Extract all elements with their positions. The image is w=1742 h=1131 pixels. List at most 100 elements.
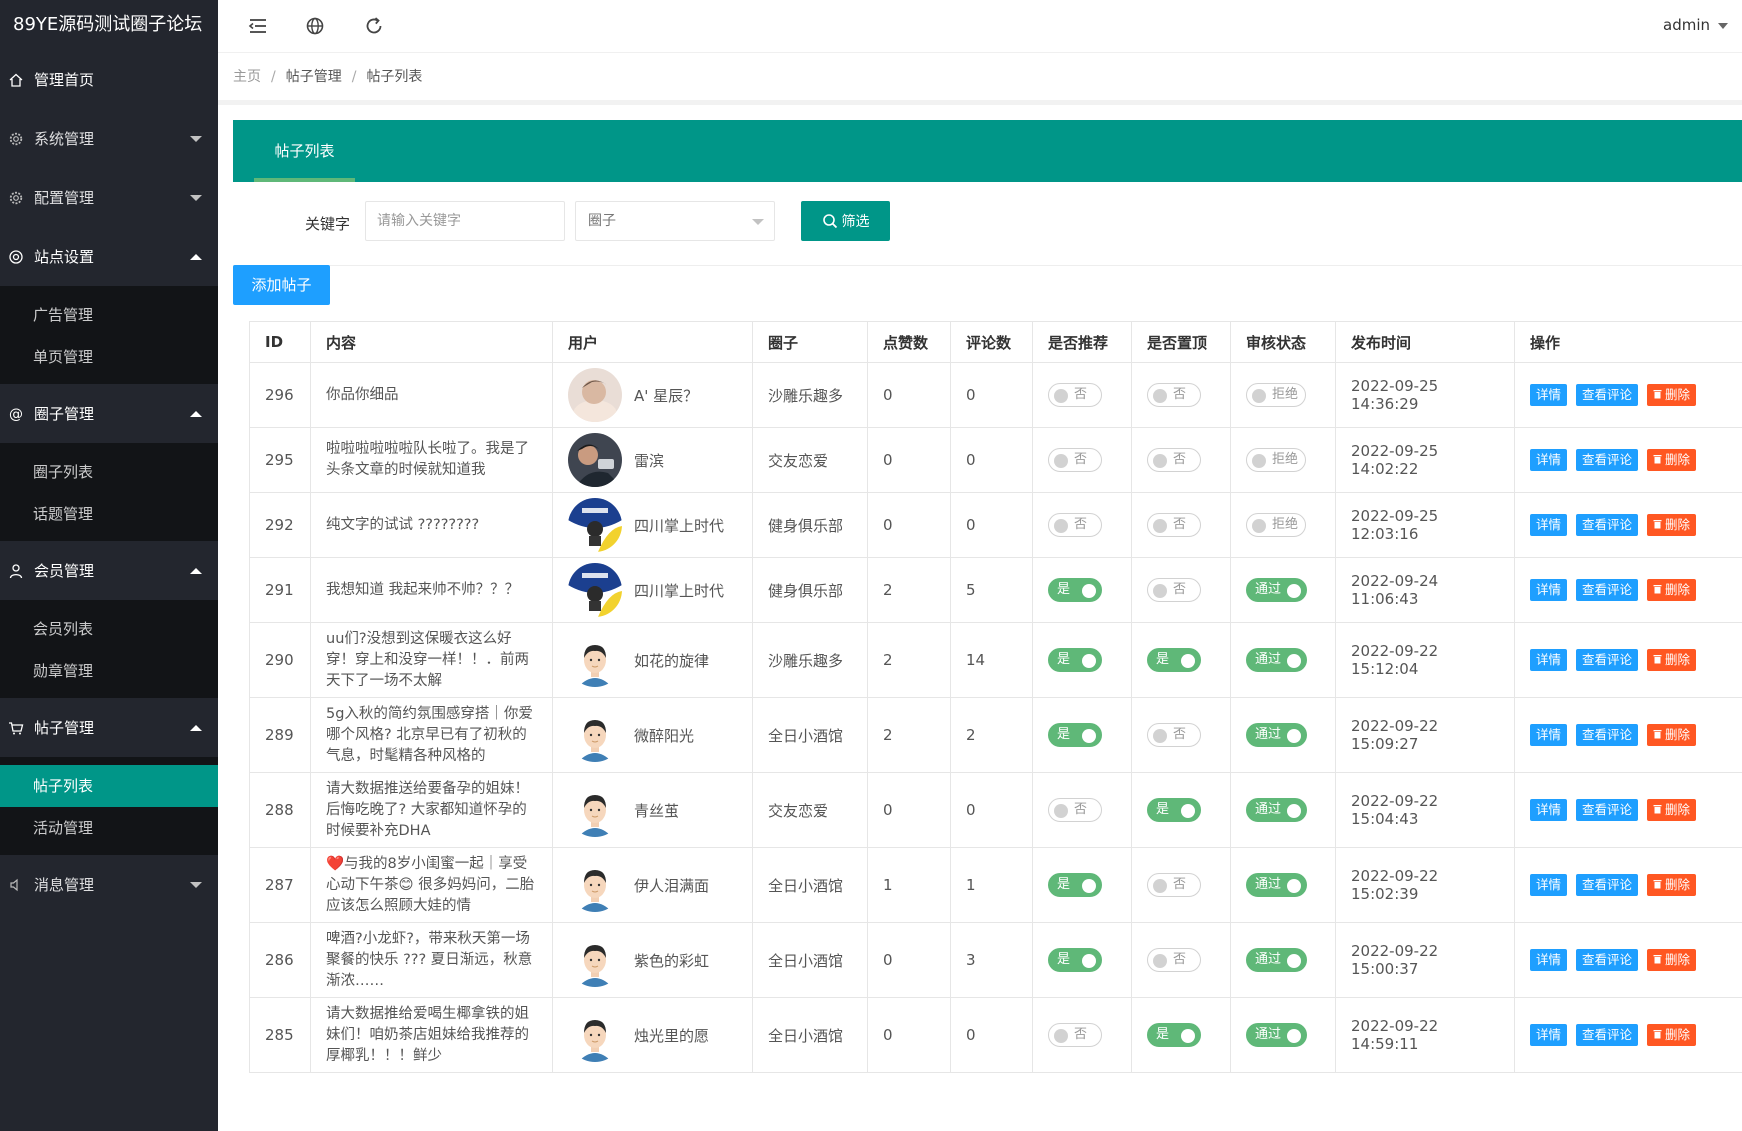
sidebar-subitem[interactable]: 广告管理 <box>0 294 218 336</box>
view-comments-button[interactable]: 查看评论 <box>1576 384 1639 406</box>
view-comments-button[interactable]: 查看评论 <box>1576 649 1639 671</box>
sidebar-subitem[interactable]: 圈子列表 <box>0 451 218 493</box>
sidebar-subitem[interactable]: 会员列表 <box>0 608 218 650</box>
recommend-toggle[interactable]: 是 <box>1048 873 1102 897</box>
cell-id: 291 <box>249 557 311 623</box>
delete-button[interactable]: 删除 <box>1647 579 1697 601</box>
pin-top-toggle[interactable]: 否 <box>1147 513 1201 537</box>
review-status-toggle[interactable]: 通过 <box>1246 578 1308 602</box>
switch-knob <box>1287 584 1302 598</box>
detail-button[interactable]: 详情 <box>1530 1024 1568 1046</box>
sidebar-subitem[interactable]: 话题管理 <box>0 493 218 535</box>
delete-button[interactable]: 删除 <box>1647 384 1697 406</box>
recommend-toggle[interactable]: 否 <box>1048 513 1102 537</box>
review-status-toggle[interactable]: 拒绝 <box>1246 383 1307 407</box>
sidebar-item-config[interactable]: 配置管理 <box>0 168 218 227</box>
view-comments-button[interactable]: 查看评论 <box>1576 449 1639 471</box>
review-status-toggle[interactable]: 通过 <box>1246 648 1308 672</box>
admin-user-menu[interactable]: admin <box>1663 16 1728 34</box>
sidebar-item-system[interactable]: 系统管理 <box>0 109 218 168</box>
detail-button[interactable]: 详情 <box>1530 579 1568 601</box>
pin-top-toggle[interactable]: 是 <box>1147 1023 1201 1047</box>
detail-button[interactable]: 详情 <box>1530 384 1568 406</box>
app-logo-title[interactable]: 89YE源码测试圈子论坛 <box>0 0 218 50</box>
pin-top-toggle[interactable]: 否 <box>1147 578 1201 602</box>
pin-top-toggle[interactable]: 否 <box>1147 948 1201 972</box>
recommend-toggle[interactable]: 是 <box>1048 648 1102 672</box>
delete-button[interactable]: 删除 <box>1647 874 1697 896</box>
delete-button[interactable]: 删除 <box>1647 949 1697 971</box>
delete-button[interactable]: 删除 <box>1647 1024 1697 1046</box>
user-icon <box>8 563 24 579</box>
sidebar-subitem[interactable]: 帖子列表 <box>0 765 218 807</box>
delete-button[interactable]: 删除 <box>1647 649 1697 671</box>
delete-button[interactable]: 删除 <box>1647 724 1697 746</box>
recommend-toggle[interactable]: 否 <box>1048 1023 1102 1047</box>
view-comments-button[interactable]: 查看评论 <box>1576 724 1639 746</box>
refresh-icon[interactable] <box>363 15 385 37</box>
cell-user: 四川掌上时代 <box>552 492 753 558</box>
recommend-toggle[interactable]: 否 <box>1048 383 1102 407</box>
pin-top-toggle[interactable]: 否 <box>1147 723 1201 747</box>
recommend-toggle[interactable]: 是 <box>1048 578 1102 602</box>
breadcrumb-home[interactable]: 主页 <box>233 69 261 85</box>
pin-top-toggle[interactable]: 否 <box>1147 873 1201 897</box>
review-status-toggle[interactable]: 拒绝 <box>1246 448 1307 472</box>
pin-top-toggle[interactable]: 是 <box>1147 648 1201 672</box>
delete-button[interactable]: 删除 <box>1647 449 1697 471</box>
detail-button[interactable]: 详情 <box>1530 449 1568 471</box>
review-status-toggle[interactable]: 通过 <box>1246 1023 1308 1047</box>
keyword-input[interactable] <box>365 201 565 241</box>
circle-select[interactable]: 圈子 <box>575 201 775 241</box>
filter-button[interactable]: 筛选 <box>801 201 890 241</box>
sidebar-item-post[interactable]: 帖子管理 <box>0 698 218 757</box>
tab-post-list[interactable]: 帖子列表 <box>254 120 355 182</box>
cell-id: 285 <box>249 997 311 1073</box>
cell-time: 2022-09-22 15:00:37 <box>1335 922 1515 998</box>
view-comments-button[interactable]: 查看评论 <box>1576 799 1639 821</box>
detail-button[interactable]: 详情 <box>1530 514 1568 536</box>
menu-fold-icon[interactable] <box>247 15 269 37</box>
sidebar-item-site[interactable]: 站点设置 <box>0 227 218 286</box>
switch-knob <box>1287 804 1302 818</box>
sidebar-item-circle[interactable]: @ 圈子管理 <box>0 384 218 443</box>
sidebar-subitem[interactable]: 勋章管理 <box>0 650 218 692</box>
cell-user: 雷滨 <box>552 427 753 493</box>
delete-label: 删除 <box>1665 582 1691 597</box>
delete-button[interactable]: 删除 <box>1647 799 1697 821</box>
review-status-toggle[interactable]: 通过 <box>1246 798 1308 822</box>
pin-top-toggle[interactable]: 否 <box>1147 383 1201 407</box>
recommend-toggle[interactable]: 是 <box>1048 948 1102 972</box>
detail-button[interactable]: 详情 <box>1530 799 1568 821</box>
recommend-toggle[interactable]: 否 <box>1048 798 1102 822</box>
view-comments-button[interactable]: 查看评论 <box>1576 579 1639 601</box>
globe-icon[interactable] <box>304 15 326 37</box>
pin-top-toggle[interactable]: 是 <box>1147 798 1201 822</box>
cell-comments: 14 <box>950 622 1033 698</box>
recommend-toggle[interactable]: 是 <box>1048 723 1102 747</box>
delete-button[interactable]: 删除 <box>1647 514 1697 536</box>
sidebar-item-message[interactable]: 消息管理 <box>0 855 218 914</box>
pin-top-toggle[interactable]: 否 <box>1147 448 1201 472</box>
detail-button[interactable]: 详情 <box>1530 649 1568 671</box>
view-comments-button[interactable]: 查看评论 <box>1576 514 1639 536</box>
review-status-toggle[interactable]: 通过 <box>1246 873 1308 897</box>
view-comments-button[interactable]: 查看评论 <box>1576 1024 1639 1046</box>
review-status-toggle[interactable]: 通过 <box>1246 723 1308 747</box>
sidebar-item-home[interactable]: 管理首页 <box>0 50 218 109</box>
review-status-toggle[interactable]: 通过 <box>1246 948 1308 972</box>
breadcrumb-post-management[interactable]: 帖子管理 <box>286 69 342 85</box>
detail-button[interactable]: 详情 <box>1530 874 1568 896</box>
review-status-toggle[interactable]: 拒绝 <box>1246 513 1307 537</box>
sidebar-item-member[interactable]: 会员管理 <box>0 541 218 600</box>
cell-time: 2022-09-22 15:02:39 <box>1335 847 1515 923</box>
recommend-toggle[interactable]: 否 <box>1048 448 1102 472</box>
detail-button[interactable]: 详情 <box>1530 724 1568 746</box>
detail-button[interactable]: 详情 <box>1530 949 1568 971</box>
add-post-button[interactable]: 添加帖子 <box>233 265 330 305</box>
sidebar-subitem[interactable]: 活动管理 <box>0 807 218 849</box>
avatar <box>568 563 622 617</box>
sidebar-subitem[interactable]: 单页管理 <box>0 336 218 378</box>
view-comments-button[interactable]: 查看评论 <box>1576 874 1639 896</box>
view-comments-button[interactable]: 查看评论 <box>1576 949 1639 971</box>
